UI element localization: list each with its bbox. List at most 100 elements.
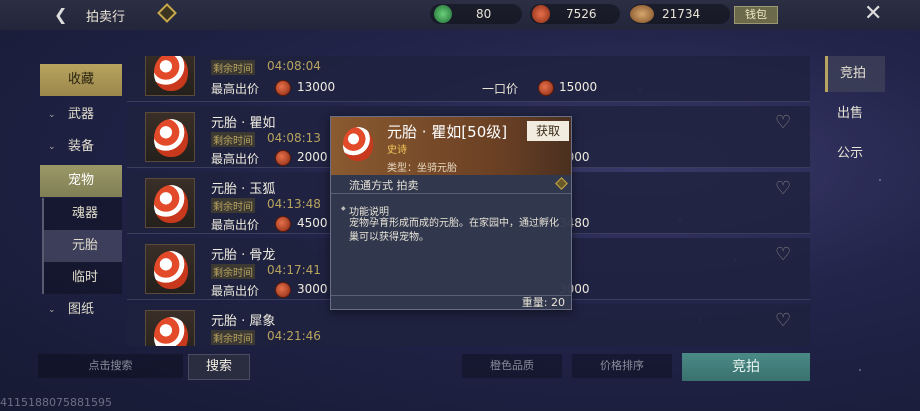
back-arrow-icon[interactable]: ❮ — [54, 5, 67, 24]
tab-sell[interactable]: 出售 — [825, 96, 885, 132]
page-title: 拍卖行 — [86, 10, 126, 25]
jade-icon — [434, 5, 452, 23]
time-remaining: 04:17:41 — [267, 263, 321, 277]
nav-label: 收藏 — [68, 72, 95, 87]
bid-label: 最高出价 — [211, 152, 260, 166]
bid-button[interactable]: 竞拍 — [682, 353, 810, 381]
item-name: 元胎 · 犀象 — [211, 314, 276, 329]
nav-equipment[interactable]: ⌄ 装备 — [40, 131, 122, 163]
divider — [331, 193, 571, 194]
bid-label: 最高出价 — [211, 284, 260, 298]
time-label: 剩余时间 — [211, 330, 255, 345]
tooltip-header: 元胎 · 瞿如[50级] 史诗 获取 类型：坐骑元胎 — [331, 117, 571, 175]
quality-sort-dropdown[interactable]: 橙色品质 — [462, 354, 562, 378]
time-label: 剩余时间 — [211, 132, 255, 147]
search-input[interactable]: 点击搜索 — [38, 354, 183, 378]
bottom-bar: 点击搜索 搜索 橙色品质 价格排序 竞拍 — [38, 352, 810, 382]
nav-favorites[interactable]: 收藏 — [40, 64, 122, 96]
chevron-down-icon: ⌄ — [48, 110, 56, 120]
egg-icon — [343, 127, 373, 161]
function-title: 功能说明 — [349, 207, 389, 218]
egg-icon — [154, 119, 188, 157]
nav-embryo[interactable]: 元胎 — [42, 230, 122, 262]
player-id: 4115188075881595 — [0, 396, 112, 409]
jade-value: 80 — [476, 7, 492, 21]
shell-value: 21734 — [662, 7, 701, 21]
shell-currency: 21734 — [630, 4, 730, 24]
bullet-icon: ◆ — [341, 205, 346, 212]
nav-pets[interactable]: 宠物 — [40, 165, 122, 197]
nav-label: 武器 — [68, 107, 95, 122]
buyout-value: 15000 — [559, 80, 598, 94]
time-remaining: 04:08:04 — [267, 59, 321, 73]
bronze-shell-icon — [630, 5, 654, 23]
item-type: 类型：坐骑元胎 — [387, 163, 457, 174]
copper-coin-icon — [275, 216, 291, 232]
rarity-label: 史诗 — [387, 145, 407, 156]
item-icon — [145, 112, 195, 162]
favorite-heart-icon[interactable]: ♡ — [775, 178, 791, 199]
time-label: 剩余时间 — [211, 60, 255, 75]
list-item[interactable]: 剩余时间 04:08:04 最高出价 13000 一口价 15000 — [127, 56, 810, 102]
bid-label: 最高出价 — [211, 82, 260, 96]
copper-currency: 7526 — [530, 4, 620, 24]
egg-icon — [154, 56, 188, 91]
item-icon — [145, 178, 195, 228]
favorite-heart-icon[interactable]: ♡ — [775, 244, 791, 265]
tooltip-item-name: 元胎 · 瞿如[50级] — [387, 123, 508, 141]
diamond-icon[interactable] — [157, 3, 177, 23]
item-weight: 重量: 20 — [331, 295, 571, 309]
item-icon — [145, 244, 195, 294]
tab-announce[interactable]: 公示 — [825, 136, 885, 172]
nav-temporary[interactable]: 临时 — [42, 262, 122, 294]
get-button[interactable]: 获取 — [527, 121, 569, 141]
item-name: 元胎 · 玉狐 — [211, 182, 276, 197]
close-icon[interactable]: ✕ — [864, 1, 882, 26]
item-name: 元胎 · 瞿如 — [211, 116, 276, 131]
top-bar: ❮ 拍卖行 80 7526 21734 钱包 ✕ — [0, 0, 920, 30]
time-remaining: 04:08:13 — [267, 131, 321, 145]
time-label: 剩余时间 — [211, 264, 255, 279]
bid-value: 2000 — [297, 150, 328, 164]
price-sort-dropdown[interactable]: 价格排序 — [572, 354, 672, 378]
item-tooltip: 元胎 · 瞿如[50级] 史诗 获取 类型：坐骑元胎 流通方式 拍卖 ◆ 功能说… — [330, 116, 572, 310]
nav-label: 元胎 — [72, 238, 99, 253]
buyout-label: 一口价 — [482, 82, 519, 96]
nav-label: 宠物 — [68, 173, 95, 188]
jade-currency: 80 — [430, 4, 522, 24]
time-remaining: 04:21:46 — [267, 329, 321, 343]
nav-label: 图纸 — [68, 302, 95, 317]
egg-icon — [154, 185, 188, 223]
bid-value: 3000 — [297, 282, 328, 296]
favorite-heart-icon[interactable]: ♡ — [775, 112, 791, 133]
favorite-heart-icon[interactable]: ♡ — [775, 310, 791, 331]
item-name: 元胎 · 骨龙 — [211, 248, 276, 263]
nav-weapons[interactable]: ⌄ 武器 — [40, 99, 122, 131]
item-icon — [145, 56, 195, 96]
copper-coin-icon — [532, 5, 550, 23]
nav-soul-vessel[interactable]: 魂器 — [42, 198, 122, 230]
chevron-down-icon: ⌄ — [48, 142, 56, 152]
copper-value: 7526 — [566, 7, 597, 21]
time-remaining: 04:13:48 — [267, 197, 321, 211]
chevron-down-icon: ⌄ — [48, 305, 56, 315]
egg-icon — [154, 317, 188, 346]
item-icon — [339, 125, 379, 165]
tab-bid[interactable]: 竞拍 — [825, 56, 885, 92]
bid-label: 最高出价 — [211, 218, 260, 232]
wallet-button[interactable]: 钱包 — [734, 6, 778, 24]
egg-icon — [154, 251, 188, 289]
nav-label: 临时 — [72, 270, 99, 285]
item-icon — [145, 310, 195, 346]
copper-coin-icon — [275, 80, 291, 96]
bid-value: 4500 — [297, 216, 328, 230]
nav-blueprints[interactable]: ⌄ 图纸 — [40, 294, 122, 326]
circulation-info: 流通方式 拍卖 — [349, 179, 419, 192]
list-item[interactable]: 元胎 · 犀象 剩余时间 04:21:46 ♡ — [127, 304, 810, 346]
nav-label: 装备 — [68, 139, 95, 154]
copper-coin-icon — [275, 150, 291, 166]
copper-coin-icon — [275, 282, 291, 298]
search-button[interactable]: 搜索 — [188, 354, 250, 380]
nav-label: 魂器 — [72, 206, 99, 221]
copper-coin-icon — [538, 80, 554, 96]
